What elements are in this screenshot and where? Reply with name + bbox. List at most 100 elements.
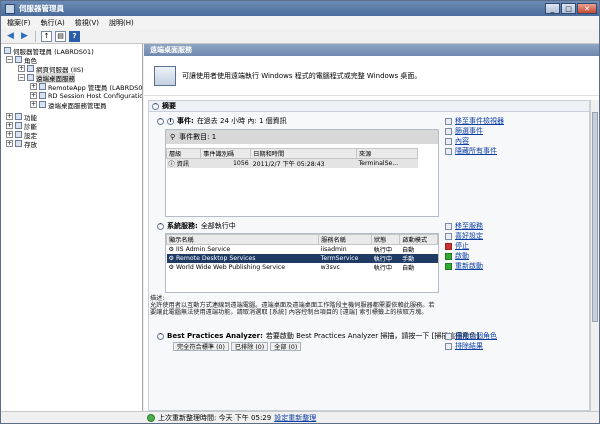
info-icon: i (167, 117, 174, 125)
features-icon (15, 113, 22, 120)
up-folder-icon[interactable]: ↑ (41, 30, 52, 42)
expand-icon[interactable]: + (30, 92, 37, 99)
services-table: 顯示名稱 服務名稱 狀態 啟動模式 ⚙ IIS Admin Service ii… (166, 234, 438, 272)
collapse-icon[interactable]: − (18, 74, 25, 81)
configuration-icon (15, 131, 22, 138)
go-to-event-viewer-link[interactable]: 移至事件檢視器 (445, 116, 575, 126)
table-row-selected[interactable]: ⚙ Remote Desktop Services TermService 執行… (166, 254, 438, 263)
services-panel: 顯示名稱 服務名稱 狀態 啟動模式 ⚙ IIS Admin Service ii… (165, 233, 439, 293)
expand-icon[interactable]: + (30, 101, 37, 108)
close-button[interactable]: ✕ (577, 3, 597, 14)
summary-header[interactable]: ⌃ 摘要 (149, 101, 589, 112)
toolbar: ◀ ▶ ↑ ▤ ? (1, 29, 599, 44)
tree-node-rds-manager[interactable]: + 遠端桌面服務管理員 (30, 100, 107, 110)
gear-icon: ⚙ (168, 255, 175, 262)
server-manager-window: 伺服器管理員 _ □ ✕ 檔案(F) 執行(A) 檢視(V) 說明(H) ◀ ▶… (0, 0, 600, 424)
expand-icon[interactable]: + (6, 113, 13, 120)
filter-icon[interactable]: ⚲ (170, 133, 175, 141)
expand-icon[interactable]: + (6, 140, 13, 147)
events-header[interactable]: ⌃ i 事件: 在過去 24 小時 內: 1 個資訊 (157, 116, 287, 126)
scan-icon (445, 332, 452, 340)
column-header[interactable]: 層級 (166, 148, 202, 159)
summary-section: ⌃ 摘要 ⌃ i 事件: 在過去 24 小時 內: 1 個資訊 ⚲ 事件數目: … (148, 100, 590, 411)
expand-icon[interactable]: + (18, 65, 25, 72)
menu-file[interactable]: 檔案(F) (7, 18, 31, 28)
properties-icon (445, 137, 452, 145)
tab-compliant[interactable]: 完全符合標準 (0) (173, 342, 229, 351)
collapse-events-icon[interactable]: ⌃ (157, 117, 164, 125)
tab-excluded[interactable]: 已排除 (0) (230, 342, 269, 351)
scrollbar-thumb[interactable] (592, 112, 598, 322)
menu-action[interactable]: 執行(A) (41, 18, 65, 28)
banner-text: 可讓使用者使用遠端執行 Windows 程式的電腦程式或完整 Windows 桌… (182, 71, 422, 80)
gear-icon: ⚙ (168, 246, 175, 253)
tree-node-remoteapp-manager[interactable]: + RemoteApp 管理員 (LABRDS0 (30, 82, 142, 92)
properties-link[interactable]: 內容 (445, 136, 575, 146)
services-header[interactable]: ⌃ 系統服務: 全部執行中 (157, 221, 236, 231)
stop-icon (445, 242, 452, 250)
bpa-header[interactable]: ⌃ Best Practices Analyzer: 若要啟動 Best Pra… (157, 331, 479, 341)
collapse-services-icon[interactable]: ⌃ (157, 222, 164, 230)
start-link[interactable]: 啟動 (445, 251, 575, 261)
column-header[interactable]: 狀態 (370, 234, 401, 245)
column-header[interactable]: 顯示名稱 (166, 234, 320, 245)
start-icon (445, 252, 452, 260)
scan-role-link[interactable]: 掃描這個角色 (445, 331, 575, 341)
bpa-tabs: 完全符合標準 (0) 已排除 (0) 全部 (0) (173, 342, 302, 351)
filter-events-link[interactable]: 篩選事件 (445, 126, 575, 136)
menu-view[interactable]: 檢視(V) (75, 18, 99, 28)
storage-icon (15, 140, 22, 147)
column-header[interactable]: 啟動模式 (399, 234, 438, 245)
expand-icon[interactable]: + (30, 83, 37, 90)
session-host-icon (39, 92, 46, 99)
exclude-icon (445, 342, 452, 350)
events-filter-bar: ⚲ 事件數目: 1 (166, 130, 438, 144)
services-icon (445, 222, 452, 230)
configure-refresh-link[interactable]: 設定重新整理 (274, 413, 316, 423)
help-icon[interactable]: ? (69, 30, 80, 42)
column-header[interactable]: 事件識別碼 (200, 148, 252, 159)
minimize-button[interactable]: _ (545, 3, 560, 14)
column-header[interactable]: 來源 (355, 148, 419, 159)
tree-node-server-manager[interactable]: 伺服器管理員 (LABRDS01) (4, 46, 94, 56)
preferences-link[interactable]: 喜好設定 (445, 231, 575, 241)
column-header[interactable]: 日期和時間 (250, 148, 357, 159)
tree-node-storage[interactable]: + 存放 (6, 139, 37, 149)
table-row[interactable]: ⚙ IIS Admin Service iisadmin 執行中 自動 (167, 245, 438, 254)
filter-icon (445, 127, 452, 135)
vertical-scrollbar[interactable] (590, 100, 599, 411)
back-icon[interactable]: ◀ (5, 31, 16, 42)
collapse-icon[interactable]: − (6, 56, 13, 63)
bpa-actions: 掃描這個角色 排除結果 (445, 331, 575, 351)
collapse-bpa-icon[interactable]: ⌃ (157, 332, 164, 340)
main-pane: 遠端桌面服務 可讓使用者使用遠端執行 Windows 程式的電腦程式或完整 Wi… (144, 44, 599, 411)
tab-all[interactable]: 全部 (0) (270, 342, 302, 351)
role-banner: 可讓使用者使用遠端執行 Windows 程式的電腦程式或完整 Windows 桌… (144, 56, 599, 96)
roles-icon (15, 56, 22, 63)
events-panel: ⚲ 事件數目: 1 層級 事件識別碼 日期和時間 來源 ⓘ 資訊 1056 20… (165, 129, 439, 217)
collapse-section-icon[interactable]: ⌃ (152, 102, 159, 110)
table-row[interactable]: ⓘ 資訊 1056 2011/2/7 下午 05:28:43 TerminalS… (166, 158, 418, 168)
console-tree: 伺服器管理員 (LABRDS01) − 角色 + 網頁伺服器 (IIS) − 遠… (1, 44, 143, 411)
preferences-icon (445, 232, 452, 240)
remote-desktop-icon (154, 65, 176, 86)
table-row[interactable]: ⚙ World Wide Web Publishing Service w3sv… (167, 263, 438, 272)
stop-link[interactable]: 停止 (445, 241, 575, 251)
iis-icon (27, 65, 34, 72)
show-hide-tree-icon[interactable]: ▤ (55, 30, 66, 42)
exclude-result-link[interactable]: 排除結果 (445, 341, 575, 351)
expand-icon[interactable]: + (6, 122, 13, 129)
restart-icon (445, 262, 452, 270)
expand-icon[interactable]: + (6, 131, 13, 138)
maximize-button[interactable]: □ (561, 3, 576, 14)
status-bar: 上次重新整理時間: 今天 下午 05:29 設定重新整理 (1, 411, 599, 423)
tree-node-roles[interactable]: − 角色 (6, 55, 37, 65)
restart-link[interactable]: 重新啟動 (445, 261, 575, 271)
column-header[interactable]: 服務名稱 (318, 234, 372, 245)
go-to-services-link[interactable]: 移至服務 (445, 221, 575, 231)
toolbar-separator (35, 30, 36, 42)
hide-all-events-link[interactable]: 隱藏所有事件 (445, 146, 575, 156)
forward-icon[interactable]: ▶ (19, 31, 30, 42)
menu-help[interactable]: 說明(H) (109, 18, 134, 28)
app-icon (5, 3, 15, 14)
